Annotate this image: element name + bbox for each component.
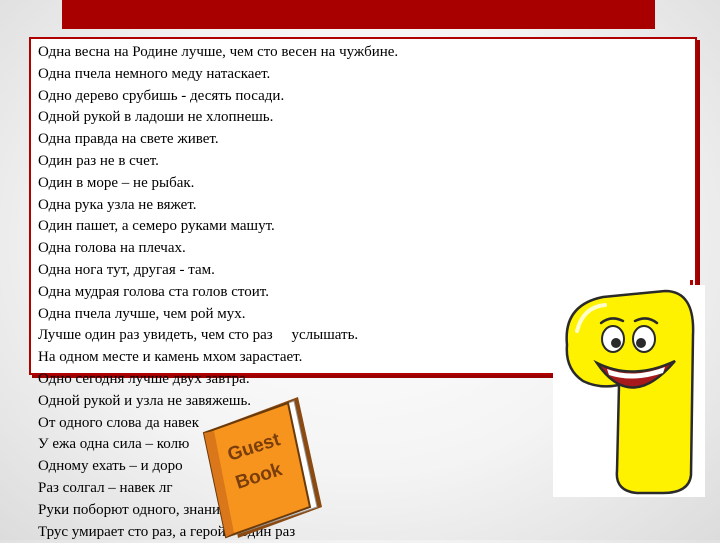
- proverb-line: Один пашет, а семеро руками машут.: [38, 218, 275, 235]
- proverb-line: Одна пчела лучше, чем рой мух.: [38, 305, 246, 322]
- proverb-line: Одно дерево срубишь - десять посади.: [38, 87, 285, 104]
- smiling-digit-one-icon: [553, 285, 705, 497]
- proverb-line: На одном месте и камень мхом зарастает.: [38, 349, 303, 366]
- proverb-line: Одна нога тут, другая - там.: [38, 261, 215, 278]
- proverb-line: Одно сегодня лучше двух завтра.: [38, 370, 250, 387]
- proverb-line: Одна правда на свете живет.: [38, 131, 219, 148]
- proverb-line: Один в море – не рыбак.: [38, 174, 195, 191]
- right-pupil: [636, 338, 646, 348]
- proverb-line: Одна пчела немного меду натаскает.: [38, 65, 271, 82]
- proverb-line: Один раз не в счет.: [38, 152, 159, 169]
- proverb-line: Одна рука узла не вяжет.: [38, 196, 197, 213]
- proverb-line: Лучше один раз увидеть, чем сто раз услы…: [38, 327, 359, 344]
- left-pupil: [611, 338, 621, 348]
- proverb-line: Одна весна на Родине лучше, чем сто весе…: [38, 44, 399, 60]
- proverb-line: Одна мудрая голова ста голов стоит.: [38, 283, 269, 300]
- guest-book-icon: Guest Book: [202, 397, 322, 539]
- proverb-line: Одной рукой в ладоши не хлопнешь.: [38, 109, 274, 126]
- top-title-bar: [62, 0, 655, 29]
- proverb-line: Одна голова на плечах.: [38, 240, 186, 257]
